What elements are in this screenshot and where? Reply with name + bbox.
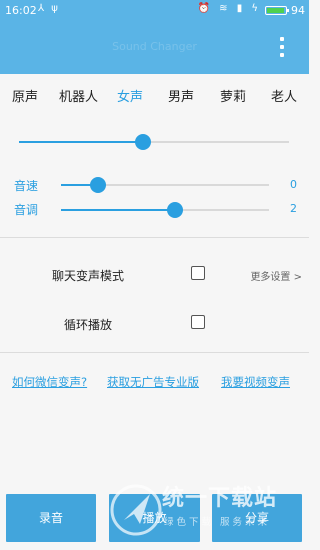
more-vert-icon[interactable]: [279, 37, 285, 59]
usb-icon: ⅄ ψ: [38, 3, 60, 14]
pitch-slider-thumb[interactable]: [167, 202, 184, 218]
loop-play-label: 循环播放: [64, 318, 113, 332]
loop-play-checkbox[interactable]: [191, 315, 205, 329]
video-voice-link[interactable]: 我要视频变声: [221, 374, 290, 390]
speed-label: 音速: [14, 179, 39, 193]
main-slider[interactable]: [19, 134, 289, 150]
battery-icon: [265, 6, 289, 15]
record-button[interactable]: 录音: [6, 494, 96, 542]
tab-elder[interactable]: 老人: [271, 86, 297, 105]
speed-value: 0: [290, 178, 297, 191]
voice-tabs: 原声 机器人 女声 男声 萝莉 老人: [0, 86, 309, 108]
signal-icon: ⏰ ≋ ▮ ϟ: [197, 3, 261, 14]
chat-mode-checkbox[interactable]: [191, 266, 205, 280]
pitch-label: 音调: [14, 203, 39, 217]
app-toolbar: Sound Changer: [0, 22, 309, 74]
tab-original[interactable]: 原声: [12, 86, 38, 105]
divider: [0, 352, 309, 353]
tab-robot[interactable]: 机器人: [59, 86, 98, 105]
status-time: 16:02: [5, 4, 37, 17]
pro-version-link[interactable]: 获取无广告专业版: [107, 374, 199, 390]
play-button[interactable]: 播放: [109, 494, 200, 542]
pitch-value: 2: [290, 202, 297, 215]
status-bar: 16:02 ⅄ ψ ⏰ ≋ ▮ ϟ 94: [0, 0, 309, 22]
more-settings-link[interactable]: 更多设置 >: [250, 268, 302, 283]
share-button[interactable]: 分享: [212, 494, 302, 542]
chat-mode-label: 聊天变声模式: [52, 269, 125, 283]
speed-slider[interactable]: [61, 177, 269, 193]
pitch-slider[interactable]: [61, 202, 269, 218]
speed-slider-thumb[interactable]: [90, 177, 107, 193]
main-slider-thumb[interactable]: [135, 134, 152, 150]
wechat-voice-link[interactable]: 如何微信变声?: [12, 374, 87, 390]
tab-female[interactable]: 女声: [117, 86, 143, 105]
app-title: Sound Changer: [112, 40, 197, 53]
tab-male[interactable]: 男声: [168, 86, 194, 105]
battery-text: 94: [291, 4, 305, 17]
divider: [0, 237, 309, 238]
tab-loli[interactable]: 萝莉: [220, 86, 246, 105]
